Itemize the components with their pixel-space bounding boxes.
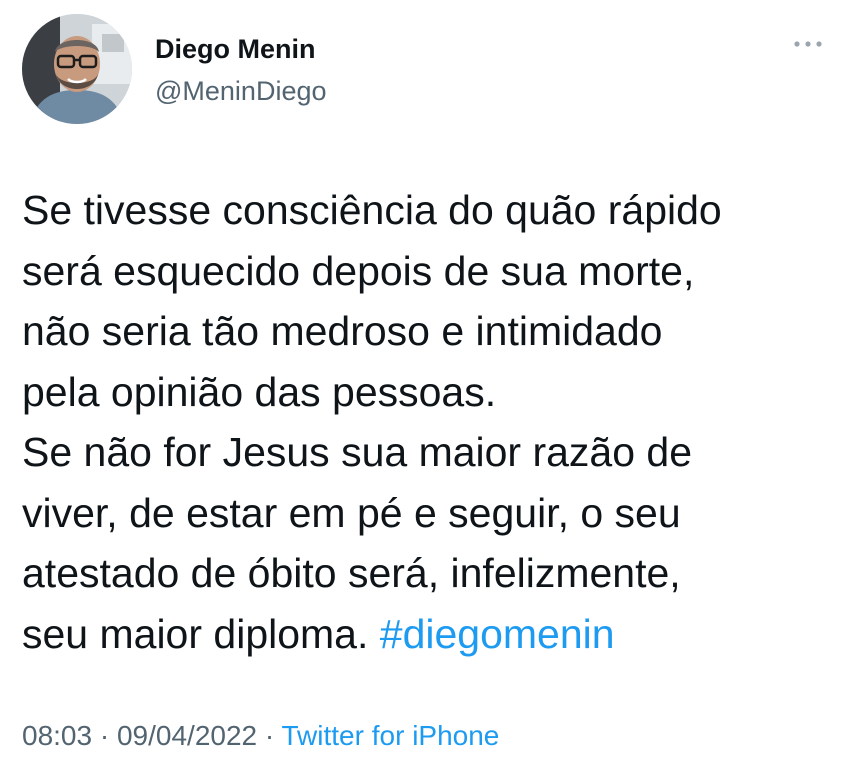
tweet-source-link[interactable]: Twitter for iPhone [282,720,500,751]
more-dots-icon [794,41,822,47]
tweet-meta: 08:03 · 09/04/2022 · Twitter for iPhone [22,720,499,752]
tweet-card: Diego Menin @MeninDiego Se tivesse consc… [0,0,844,773]
meta-separator: · [92,720,117,751]
author-name[interactable]: Diego Menin [155,34,316,65]
author-handle[interactable]: @MeninDiego [155,76,327,107]
tweet-text: Se tivesse consciência do quão rápido se… [22,180,822,664]
more-options-button[interactable] [790,30,826,58]
hashtag-link[interactable]: #diegomenin [380,611,615,657]
meta-separator: · [257,720,282,751]
tweet-text-body: Se tivesse consciência do quão rápido se… [22,187,722,657]
tweet-time[interactable]: 08:03 [22,720,92,751]
avatar[interactable] [22,14,132,124]
tweet-date[interactable]: 09/04/2022 [117,720,257,751]
avatar-photo-icon [22,14,132,124]
